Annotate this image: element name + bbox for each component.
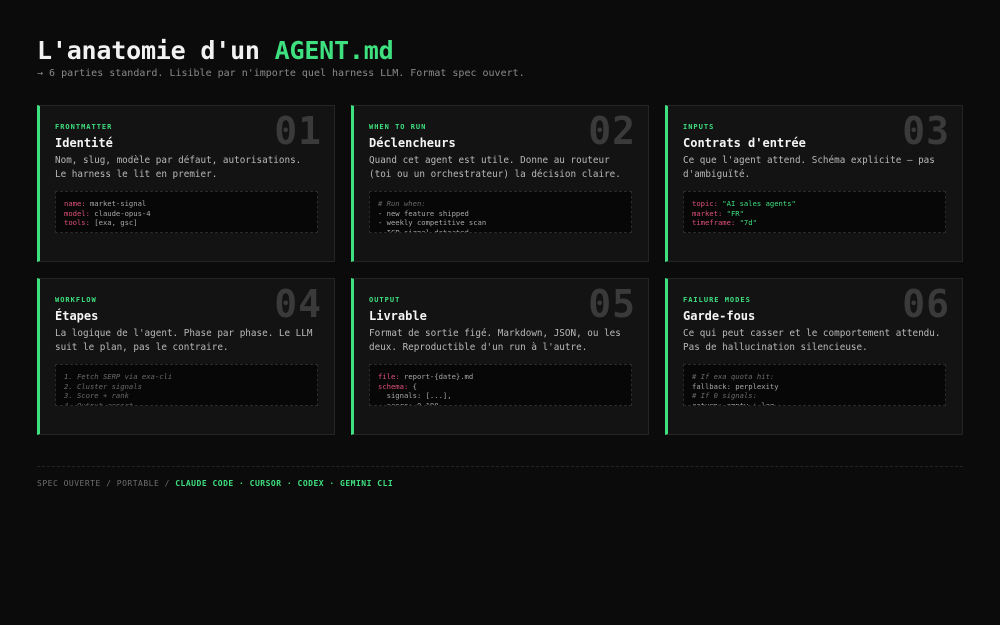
code-value: [exa, gsc] (89, 218, 138, 227)
code-snippet: # If exa quota hit: fallback: perplexity #… (683, 364, 946, 406)
code-value: score: 0-100 (378, 400, 439, 406)
code-key: topic: (692, 199, 718, 208)
code-value: "AI sales agents" (717, 199, 796, 208)
code-value: return: empty + log (692, 400, 775, 406)
code-line: - new feature shipped (378, 209, 623, 219)
code-comment: # If 0 signals: (692, 391, 757, 400)
page-subtitle: → 6 parties standard. Lisible par n'impo… (37, 68, 525, 79)
code-line: - ICP signal detected (378, 227, 623, 233)
card-description: La logique de l'agent. Phase par phase. … (55, 328, 313, 353)
footer-prefix: SPEC OUVERTE / PORTABLE / (37, 479, 176, 488)
code-line: timeframe: "7d" (692, 218, 937, 228)
page-title: L'anatomie d'un AGENT.md (37, 36, 394, 65)
code-line: model: claude-opus-4 (64, 209, 309, 219)
code-snippet: name: market-signal model: claude-opus-4 t… (55, 191, 318, 233)
card-number: 04 (274, 282, 322, 326)
code-value: { (408, 381, 417, 391)
code-line: # If 0 signals: (692, 391, 937, 401)
code-value: report-{date}.md (399, 372, 474, 381)
code-value: fallback: perplexity (692, 381, 779, 391)
card-description: Ce que l'agent attend. Schéma explicite … (683, 155, 935, 180)
card-description: Ce qui peut casser et le comportement at… (683, 328, 941, 353)
card-deliverable: 05 OUTPUT Livrable Format de sortie figé… (351, 278, 649, 435)
card-description: Nom, slug, modèle par défaut, autorisati… (55, 155, 302, 180)
card-guardrails: 06 FAILURE MODES Garde-fous Ce qui peut … (665, 278, 963, 435)
card-number: 01 (274, 109, 322, 153)
code-value: - ICP signal detected (378, 227, 469, 233)
code-snippet: file: report-{date}.md schema: { signals:… (369, 364, 632, 406)
title-prefix: L'anatomie d'un (37, 36, 275, 65)
card-number: 03 (902, 109, 950, 153)
code-key: schema: (378, 381, 409, 391)
code-line: # If exa quota hit: (692, 372, 937, 382)
footer: SPEC OUVERTE / PORTABLE / CLAUDE CODE · … (37, 479, 393, 488)
code-line: 1. Fetch SERP via exa-cli (64, 372, 309, 382)
code-line: file: report-{date}.md (378, 372, 623, 382)
card-number: 06 (902, 282, 950, 326)
card-description: Format de sortie figé. Markdown, JSON, o… (369, 328, 621, 353)
code-line: schema: { (378, 382, 623, 392)
code-line: 3. Score + rank (64, 391, 309, 401)
footer-divider (37, 466, 963, 467)
card-steps: 04 WORKFLOW Étapes La logique de l'agent… (37, 278, 335, 435)
code-line: market: "FR" (692, 209, 937, 219)
title-accent: AGENT.md (274, 36, 394, 65)
code-line: fallback: perplexity (692, 382, 937, 392)
code-comment: 1. Fetch SERP via exa-cli (64, 372, 173, 381)
card-input-contracts: 03 INPUTS Contrats d'entrée Ce que l'age… (665, 105, 963, 262)
code-value: claude-opus-4 (89, 208, 151, 218)
card-triggers: 02 WHEN TO RUN Déclencheurs Quand cet ag… (351, 105, 649, 262)
cards-grid: 01 FRONTMATTER Identité Nom, slug, modèl… (37, 105, 963, 435)
code-snippet: 1. Fetch SERP via exa-cli 2. Cluster sign… (55, 364, 318, 406)
code-line: 4. Output report (64, 400, 309, 406)
code-line: signals: [...], (378, 391, 623, 401)
code-line: tools: [exa, gsc] (64, 218, 309, 228)
code-key: market: (692, 208, 723, 218)
code-key: timeframe: (692, 218, 736, 227)
code-value: "7d" (735, 218, 757, 227)
code-line: 2. Cluster signals (64, 382, 309, 392)
footer-harness-list: CLAUDE CODE · CURSOR · CODEX · GEMINI CL… (175, 479, 394, 488)
code-value: signals: [...], (378, 391, 452, 400)
code-key: model: (64, 208, 90, 218)
card-description: Quand cet agent est utile. Donne au rout… (369, 155, 621, 180)
code-line: - weekly competitive scan (378, 218, 623, 228)
code-line: return: empty + log (692, 400, 937, 406)
code-snippet: # Run when: - new feature shipped - weekly… (369, 191, 632, 233)
code-comment: # If exa quota hit: (692, 372, 775, 381)
code-value: - weekly competitive scan (378, 218, 487, 227)
code-comment: 3. Score + rank (64, 391, 129, 400)
code-line: name: market-signal (64, 199, 309, 209)
code-line: topic: "AI sales agents" (692, 199, 937, 209)
code-value: - new feature shipped (378, 208, 469, 218)
code-key: file: (378, 372, 400, 381)
card-number: 05 (588, 282, 636, 326)
code-comment: # Run when: (378, 199, 426, 208)
card-identity: 01 FRONTMATTER Identité Nom, slug, modèl… (37, 105, 335, 262)
code-comment: 2. Cluster signals (64, 381, 142, 391)
code-snippet: topic: "AI sales agents" market: "FR" time… (683, 191, 946, 233)
code-key: name: (64, 199, 86, 208)
code-comment: 4. Output report (64, 400, 134, 406)
code-line: # Run when: (378, 199, 623, 209)
code-value: "FR" (722, 208, 744, 218)
code-line: score: 0-100 (378, 400, 623, 406)
code-value: market-signal (85, 199, 147, 208)
card-number: 02 (588, 109, 636, 153)
code-key: tools: (64, 218, 90, 227)
